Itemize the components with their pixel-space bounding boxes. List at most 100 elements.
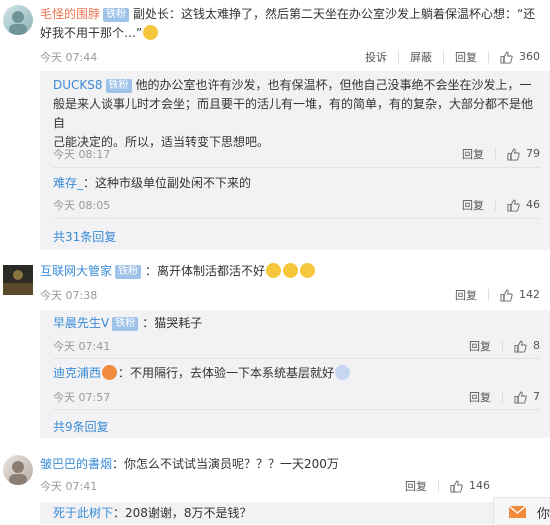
like-count: 142 xyxy=(519,288,540,302)
divider-line xyxy=(53,358,540,359)
reply-button[interactable]: 回复 xyxy=(469,389,491,405)
thumbs-up-icon xyxy=(514,340,527,353)
cat-emoji-icon xyxy=(283,263,299,278)
like-button[interactable]: 46 xyxy=(507,198,540,212)
reply-time: 今天 08:17 xyxy=(53,148,111,161)
reply-text: 死于此树下：208谢谢，8万不是钱？ xyxy=(53,504,252,523)
reply-text: DUCKS8 铁粉 他的办公室也许有沙发，也有保温杯，但他自己没事绝不会坐在沙发上，… xyxy=(53,76,539,152)
divider xyxy=(502,391,503,403)
reply-list: 早晨先生V 铁粉 ：猫哭耗子 今天 07:41 回复 8 迪克浦西 ：不用隔行，去体验… xyxy=(40,310,550,438)
comment: 皱巴巴的書烟：你怎么不试试当演员呢？？？一天200万 今天 07:41 回复 1… xyxy=(0,450,550,524)
reply-time: 今天 07:57 xyxy=(53,391,111,404)
comment-time: 今天 07:44 xyxy=(40,51,98,64)
smile-emoji-icon xyxy=(143,25,159,40)
like-count: 360 xyxy=(519,50,540,64)
divider xyxy=(443,51,444,63)
fan-badge: 铁粉 xyxy=(105,79,132,93)
cat-emoji-icon xyxy=(266,263,282,278)
avatar[interactable] xyxy=(3,455,33,485)
reply-time: 今天 08:05 xyxy=(53,199,111,212)
reply-time: 今天 07:41 xyxy=(53,340,111,353)
floating-message-button[interactable]: 你 xyxy=(493,497,550,525)
like-button[interactable]: 79 xyxy=(507,147,540,161)
avatar[interactable] xyxy=(3,5,33,35)
comment-time: 今天 07:38 xyxy=(40,289,98,302)
username-link[interactable]: 互联网大管家 xyxy=(40,264,112,278)
thumbs-up-icon xyxy=(514,391,527,404)
username-link[interactable]: 难存_ xyxy=(53,176,83,190)
comment-body: ：你怎么不试试当演员呢？？？一天200万 xyxy=(112,457,339,471)
reply-button[interactable]: 回复 xyxy=(405,478,427,494)
username-link[interactable]: 迪克浦西 xyxy=(53,366,101,380)
like-button[interactable]: 142 xyxy=(500,288,540,302)
comment: 毛怪的围脖 铁粉 副处长：这钱太难挣了，然后第二天坐在办公室沙发上躺着保温杯心想：“… xyxy=(0,0,550,250)
reply-text: 难存_：这种市级单位副处闲不下来的 xyxy=(53,174,251,193)
reply-button[interactable]: 回复 xyxy=(455,287,477,303)
reply-text: 早晨先生V 铁粉 ：猫哭耗子 xyxy=(53,314,202,333)
username-link[interactable]: DUCKS8 xyxy=(53,78,103,92)
thumbs-up-icon xyxy=(450,480,463,493)
comment-text: 皱巴巴的書烟：你怎么不试试当演员呢？？？一天200万 xyxy=(40,455,339,474)
like-count: 79 xyxy=(526,147,540,161)
avatar-image xyxy=(9,461,27,485)
reply-list: 死于此树下：208谢谢，8万不是钱？ xyxy=(40,502,550,524)
like-count: 46 xyxy=(526,198,540,212)
divider xyxy=(398,51,399,63)
cat-emoji-icon xyxy=(300,263,316,278)
like-button[interactable]: 7 xyxy=(514,390,540,404)
like-button[interactable]: 146 xyxy=(450,479,490,493)
reply-list: DUCKS8 铁粉 他的办公室也许有沙发，也有保温杯，但他自己没事绝不会坐在沙发上，… xyxy=(40,71,550,250)
thumbs-up-icon xyxy=(500,51,513,64)
comment-actions: 回复 142 xyxy=(455,287,540,303)
avatar[interactable] xyxy=(3,265,33,295)
reply-body-line1: 他的办公室也许有沙发，也有保温杯，但他自己没事绝不会坐在沙发上，一 xyxy=(135,78,532,92)
divider xyxy=(495,148,496,160)
floating-label: 你 xyxy=(537,507,550,522)
reply-body: ：猫哭耗子 xyxy=(142,316,203,330)
reply-body: ：不用隔行，去体验一下本系统基层就好 xyxy=(118,366,335,380)
like-button[interactable]: 360 xyxy=(500,50,540,64)
reply-actions: 回复 8 xyxy=(469,338,540,354)
thumbs-up-icon xyxy=(507,148,520,161)
username-link[interactable]: 早晨先生V xyxy=(53,316,109,330)
divider xyxy=(438,480,439,492)
divider xyxy=(495,199,496,211)
reply-button[interactable]: 回复 xyxy=(469,338,491,354)
sad-face-emoji-icon xyxy=(335,365,351,380)
more-replies-link[interactable]: 共31条回复 xyxy=(53,228,116,245)
username-link[interactable]: 皱巴巴的書烟 xyxy=(40,457,112,471)
like-count: 7 xyxy=(533,390,540,404)
reply-button[interactable]: 回复 xyxy=(455,49,477,65)
comment-actions: 回复 146 xyxy=(405,478,490,494)
comment-time: 今天 07:41 xyxy=(40,480,98,493)
fan-badge: 铁粉 xyxy=(115,265,142,279)
fan-badge: 铁粉 xyxy=(103,8,130,22)
reply-actions: 回复 79 xyxy=(462,146,540,162)
like-count: 8 xyxy=(533,339,540,353)
avatar-image xyxy=(3,270,33,295)
block-button[interactable]: 屏蔽 xyxy=(410,49,432,65)
comment-text: 毛怪的围脖 铁粉 副处长：这钱太难挣了，然后第二天坐在办公室沙发上躺着保温杯心想：“… xyxy=(40,5,540,43)
username-link[interactable]: 毛怪的围脖 xyxy=(40,7,100,21)
reply-body: ：这种市级单位副处闲不下来的 xyxy=(83,176,252,190)
face-emoji-icon xyxy=(102,365,118,380)
reply-button[interactable]: 回复 xyxy=(462,197,484,213)
divider-line xyxy=(53,409,540,410)
avatar-image xyxy=(9,11,27,35)
like-count: 146 xyxy=(469,479,490,493)
divider xyxy=(488,51,489,63)
reply-body: ：208谢谢，8万不是钱？ xyxy=(113,506,252,520)
thumbs-up-icon xyxy=(507,199,520,212)
reply-text: 迪克浦西 ：不用隔行，去体验一下本系统基层就好 xyxy=(53,364,351,383)
like-button[interactable]: 8 xyxy=(514,339,540,353)
reply-button[interactable]: 回复 xyxy=(462,146,484,162)
more-replies-link[interactable]: 共9条回复 xyxy=(53,418,109,435)
username-link[interactable]: 死于此树下 xyxy=(53,506,113,520)
fan-badge: 铁粉 xyxy=(112,317,139,331)
comment-text: 互联网大管家 铁粉 ：离开体制活都活不好 xyxy=(40,262,316,281)
divider xyxy=(502,340,503,352)
reply-actions: 回复 46 xyxy=(462,197,540,213)
divider xyxy=(488,289,489,301)
comment-actions: 投诉 屏蔽 回复 360 xyxy=(365,49,540,65)
report-button[interactable]: 投诉 xyxy=(365,49,387,65)
